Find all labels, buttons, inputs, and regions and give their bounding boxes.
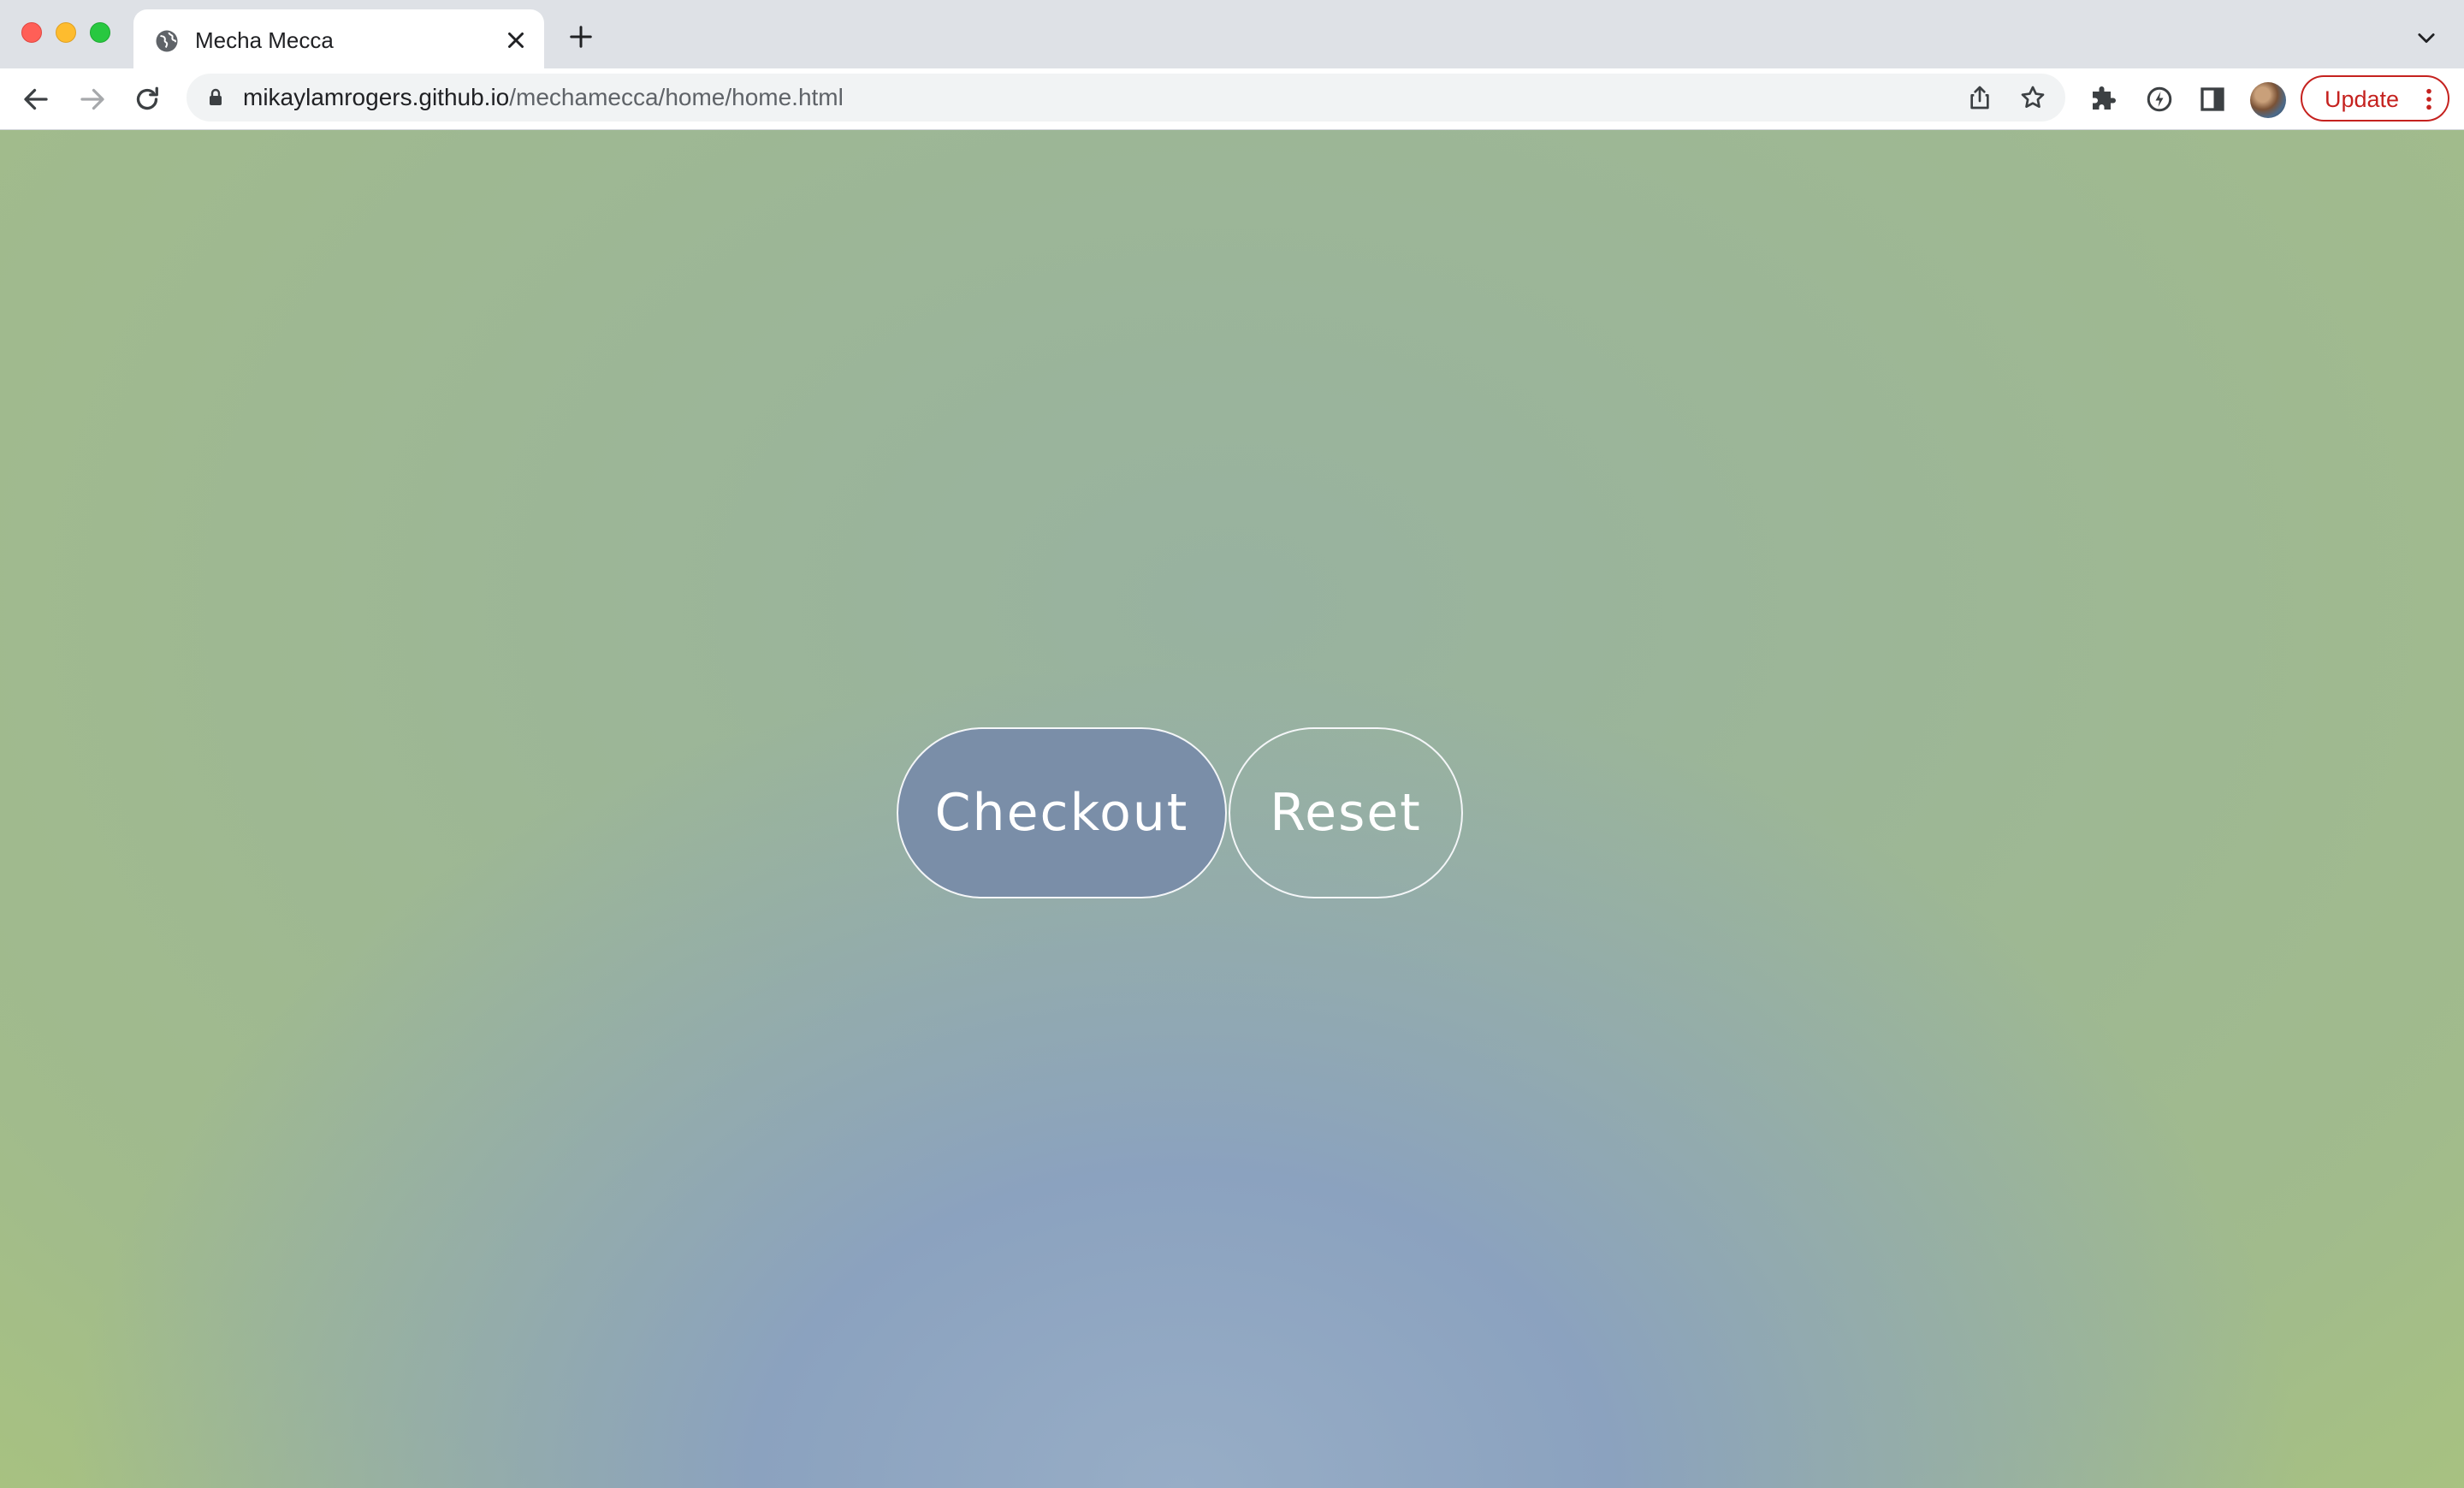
lock-icon[interactable] [205, 87, 226, 108]
performance-bolt-icon[interactable] [2144, 84, 2175, 115]
url-host: mikaylamrogers.github.io [243, 84, 510, 110]
share-icon[interactable] [1966, 84, 1993, 111]
browser-toolbar: mikaylamrogers.github.io/mechamecca/home… [0, 68, 2464, 130]
globe-icon [156, 30, 178, 52]
tab-title: Mecha Mecca [195, 27, 334, 53]
action-button-group: Checkout Reset [897, 727, 1465, 898]
profile-avatar[interactable] [2250, 82, 2286, 118]
browser-tab-active[interactable]: Mecha Mecca [133, 9, 544, 68]
bookmark-star-icon[interactable] [2019, 84, 2046, 111]
more-menu-icon[interactable] [2424, 87, 2434, 111]
url-text[interactable]: mikaylamrogers.github.io/mechamecca/home… [243, 83, 844, 112]
checkout-button[interactable]: Checkout [897, 727, 1227, 898]
extensions-puzzle-icon[interactable] [2088, 84, 2118, 115]
reset-button[interactable]: Reset [1229, 727, 1463, 898]
minimize-window-button[interactable] [56, 22, 76, 43]
update-label: Update [2325, 86, 2400, 112]
forward-arrow-icon[interactable] [77, 84, 108, 115]
maximize-window-button[interactable] [90, 22, 110, 43]
close-tab-icon[interactable] [503, 27, 529, 53]
chevron-down-icon[interactable] [2414, 26, 2438, 50]
reload-icon[interactable] [132, 84, 163, 115]
url-path: /mechamecca/home/home.html [509, 84, 844, 110]
page-viewport: Checkout Reset [0, 130, 2464, 1488]
tab-strip: Mecha Mecca [0, 0, 2464, 68]
update-button[interactable]: Update [2301, 75, 2449, 122]
side-panel-icon[interactable] [2197, 84, 2228, 115]
close-window-button[interactable] [21, 22, 42, 43]
new-tab-icon[interactable] [568, 24, 594, 50]
back-arrow-icon[interactable] [21, 84, 51, 115]
address-bar[interactable]: mikaylamrogers.github.io/mechamecca/home… [187, 74, 2065, 122]
